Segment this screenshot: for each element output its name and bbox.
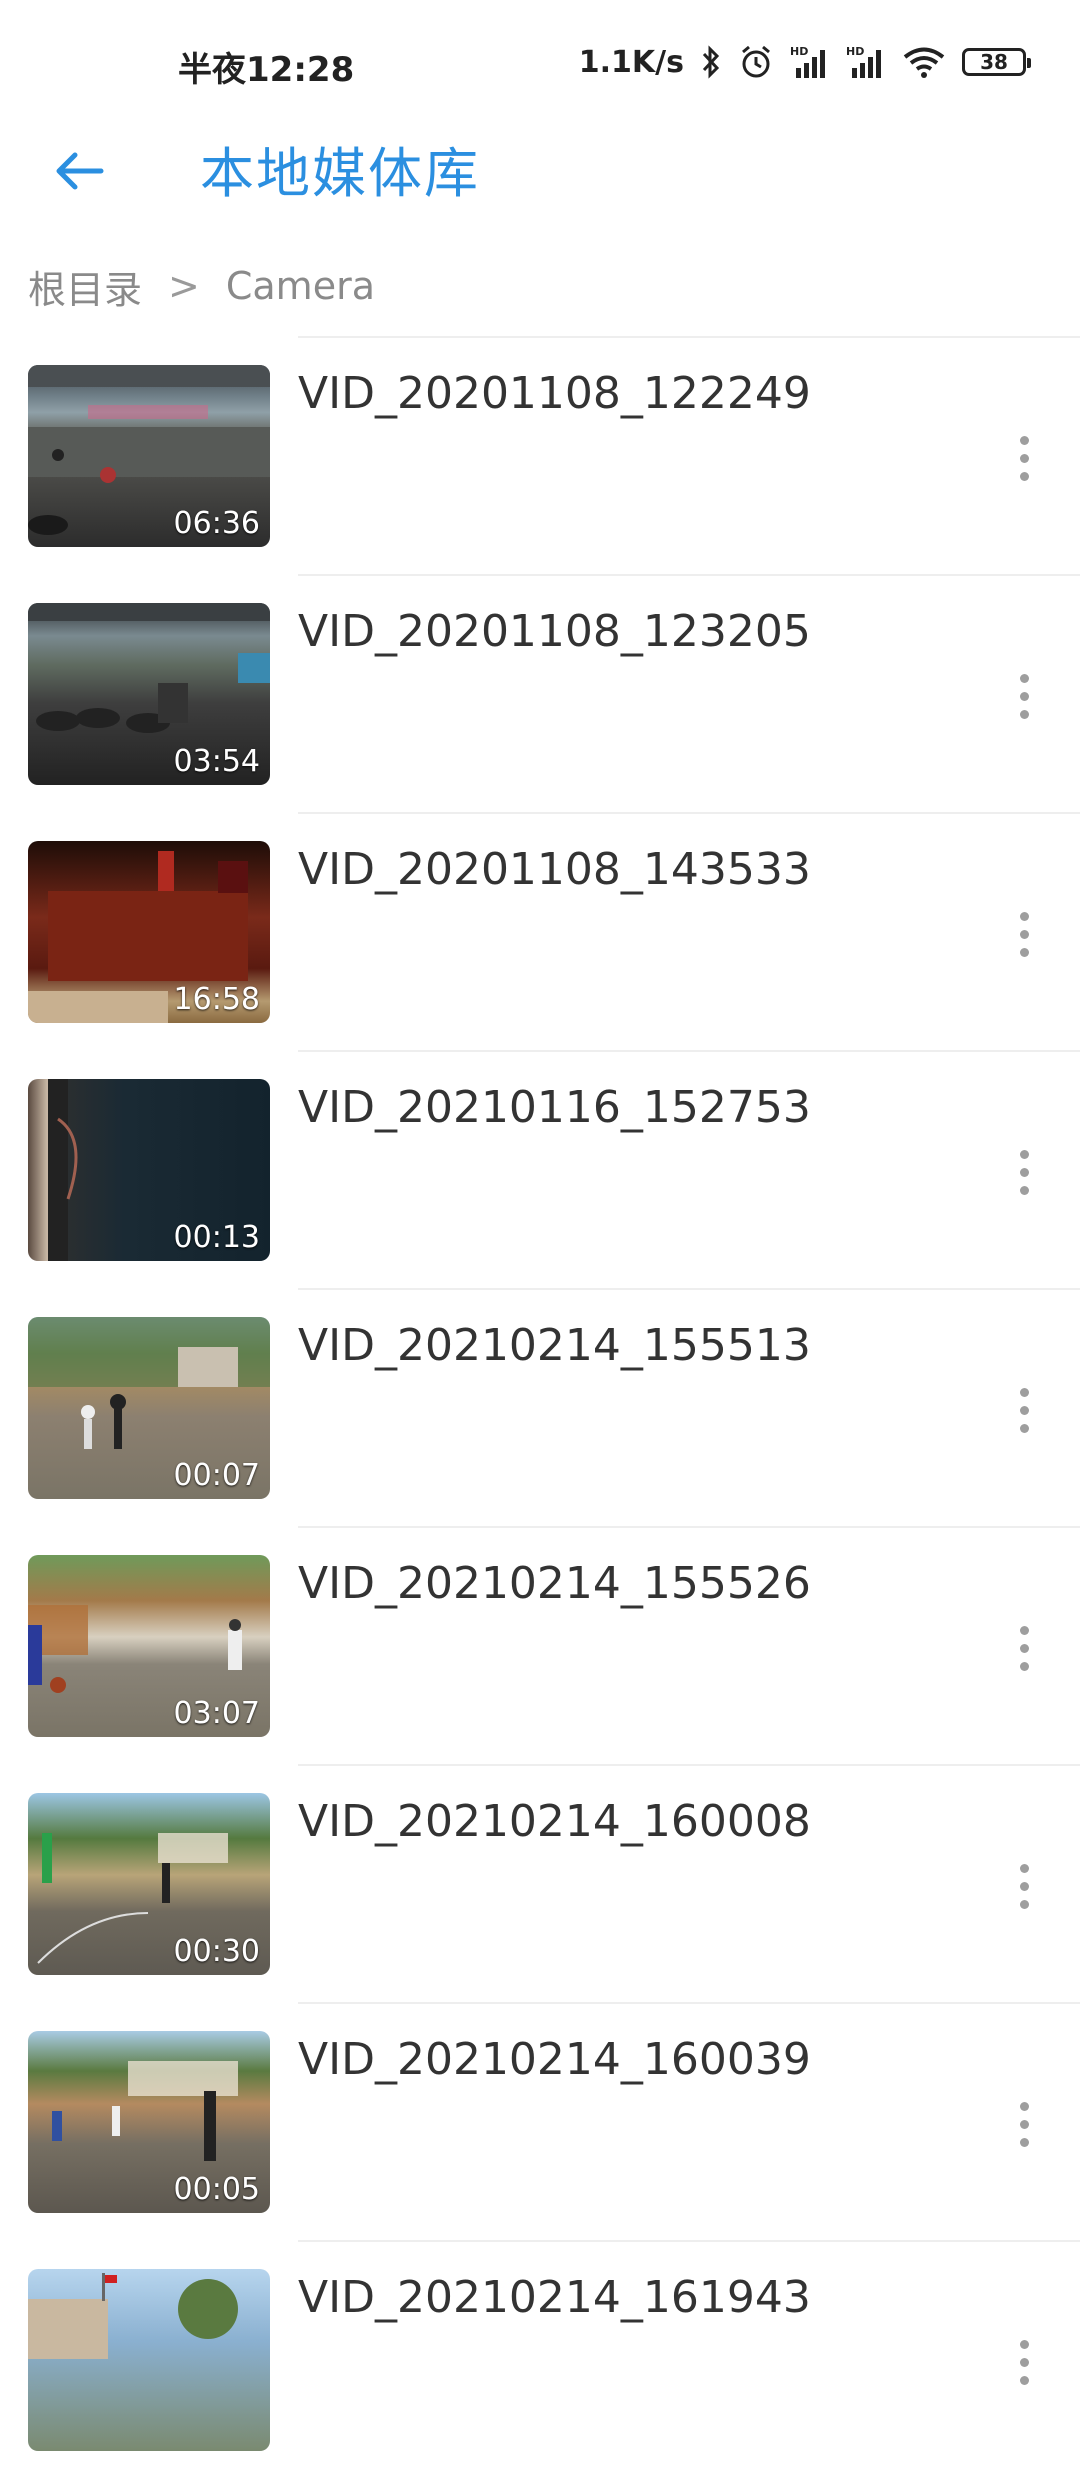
video-filename: VID_20210214_161943 bbox=[298, 2272, 811, 2323]
more-options-button[interactable] bbox=[994, 2327, 1054, 2397]
more-options-button[interactable] bbox=[994, 1613, 1054, 1683]
video-thumbnail[interactable]: 03:07 bbox=[28, 1555, 270, 1737]
more-options-button[interactable] bbox=[994, 1137, 1054, 1207]
more-options-button[interactable] bbox=[994, 423, 1054, 493]
video-duration: 03:07 bbox=[173, 1696, 260, 1731]
video-thumbnail[interactable]: 03:54 bbox=[28, 603, 270, 785]
list-item[interactable]: 03:07 VID_20210214_155526 bbox=[0, 1528, 1080, 1766]
video-thumbnail[interactable]: 16:58 bbox=[28, 841, 270, 1023]
signal-hd-icon: HD bbox=[846, 44, 886, 80]
more-vert-icon bbox=[1019, 1625, 1029, 1635]
more-options-button[interactable] bbox=[994, 899, 1054, 969]
video-list: 06:36 VID_20201108_122249 03:54 VID_2020… bbox=[0, 338, 1080, 2480]
more-vert-icon bbox=[1019, 1387, 1029, 1397]
video-filename: VID_20210214_155513 bbox=[298, 1320, 811, 1371]
more-vert-icon bbox=[1019, 1149, 1029, 1159]
list-item[interactable]: 06:36 VID_20201108_122249 bbox=[0, 338, 1080, 576]
back-button[interactable] bbox=[44, 136, 114, 206]
breadcrumb-current[interactable]: Camera bbox=[226, 264, 375, 308]
svg-text:HD: HD bbox=[846, 45, 864, 58]
video-filename: VID_20201108_123205 bbox=[298, 606, 811, 657]
video-filename: VID_20201108_122249 bbox=[298, 368, 811, 419]
list-item[interactable]: 00:05 VID_20210214_160039 bbox=[0, 2004, 1080, 2242]
video-thumbnail[interactable] bbox=[28, 2269, 270, 2451]
more-vert-icon bbox=[1019, 2339, 1029, 2349]
video-filename: VID_20210214_160039 bbox=[298, 2034, 811, 2085]
list-item[interactable]: 00:30 VID_20210214_160008 bbox=[0, 1766, 1080, 2004]
page-title: 本地媒体库 bbox=[200, 142, 480, 205]
video-duration: 00:05 bbox=[173, 2172, 260, 2207]
more-vert-icon bbox=[1019, 673, 1029, 683]
more-vert-icon bbox=[1019, 2101, 1029, 2111]
breadcrumb-separator: > bbox=[168, 264, 200, 308]
signal-hd-icon: HD bbox=[790, 44, 830, 80]
bluetooth-icon bbox=[700, 45, 722, 79]
more-vert-icon bbox=[1019, 911, 1029, 921]
more-options-button[interactable] bbox=[994, 2089, 1054, 2159]
wifi-icon bbox=[902, 45, 946, 79]
more-options-button[interactable] bbox=[994, 1375, 1054, 1445]
list-item[interactable]: 00:13 VID_20210116_152753 bbox=[0, 1052, 1080, 1290]
battery-icon: 38 bbox=[962, 48, 1031, 76]
video-duration: 00:30 bbox=[173, 1934, 260, 1969]
video-thumbnail[interactable]: 00:07 bbox=[28, 1317, 270, 1499]
list-item[interactable]: 03:54 VID_20201108_123205 bbox=[0, 576, 1080, 814]
video-duration: 03:54 bbox=[173, 744, 260, 779]
network-speed: 1.1K/s bbox=[578, 44, 684, 80]
video-duration: 06:36 bbox=[173, 506, 260, 541]
video-thumbnail[interactable]: 00:05 bbox=[28, 2031, 270, 2213]
video-duration: 16:58 bbox=[173, 982, 260, 1017]
video-duration: 00:07 bbox=[173, 1458, 260, 1493]
breadcrumb: 根目录 > Camera bbox=[28, 256, 375, 316]
status-time: 半夜12:28 bbox=[178, 50, 355, 90]
alarm-icon bbox=[738, 44, 774, 80]
list-item[interactable]: 16:58 VID_20201108_143533 bbox=[0, 814, 1080, 1052]
list-item[interactable]: 00:07 VID_20210214_155513 bbox=[0, 1290, 1080, 1528]
status-icons: 1.1K/s HD HD 38 bbox=[578, 40, 1031, 84]
svg-text:HD: HD bbox=[790, 45, 808, 58]
video-thumbnail[interactable]: 06:36 bbox=[28, 365, 270, 547]
video-thumbnail[interactable]: 00:13 bbox=[28, 1079, 270, 1261]
status-bar: 半夜12:28 1.1K/s HD HD 38 bbox=[0, 0, 1080, 124]
thumbnail-image bbox=[28, 2273, 238, 2359]
video-duration: 00:13 bbox=[173, 1220, 260, 1255]
video-filename: VID_20210116_152753 bbox=[298, 1082, 811, 1133]
breadcrumb-root[interactable]: 根目录 bbox=[28, 259, 142, 314]
more-options-button[interactable] bbox=[994, 661, 1054, 731]
video-thumbnail[interactable]: 00:30 bbox=[28, 1793, 270, 1975]
more-vert-icon bbox=[1019, 1863, 1029, 1873]
video-filename: VID_20210214_160008 bbox=[298, 1796, 811, 1847]
arrow-left-icon bbox=[56, 152, 104, 190]
more-options-button[interactable] bbox=[994, 1851, 1054, 1921]
video-filename: VID_20210214_155526 bbox=[298, 1558, 811, 1609]
video-filename: VID_20201108_143533 bbox=[298, 844, 811, 895]
list-item[interactable]: VID_20210214_161943 bbox=[0, 2242, 1080, 2480]
app-header: 本地媒体库 bbox=[0, 124, 1080, 244]
more-vert-icon bbox=[1019, 435, 1029, 445]
